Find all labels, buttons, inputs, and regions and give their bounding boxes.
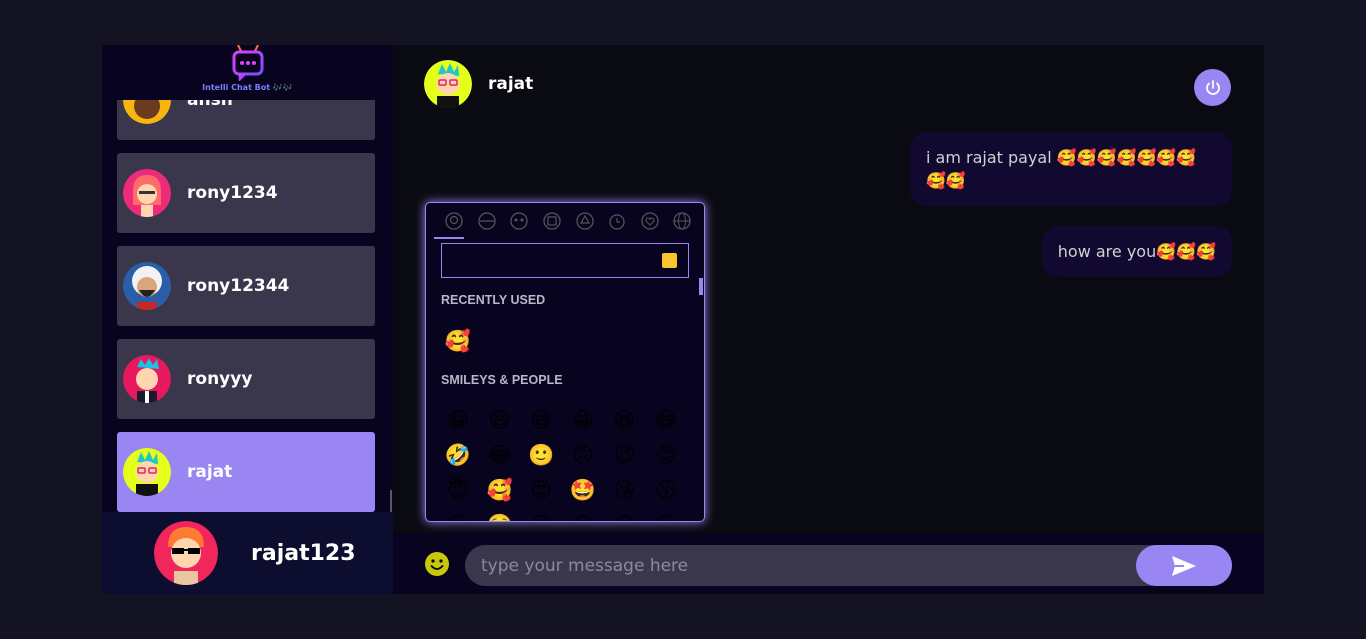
category-objects-icon[interactable] bbox=[601, 203, 634, 239]
contact-name: rony12344 bbox=[187, 276, 290, 296]
chat-user-avatar bbox=[424, 60, 472, 108]
chatbot-logo-icon bbox=[226, 45, 270, 81]
category-smileys-icon[interactable] bbox=[438, 203, 471, 239]
category-travel-icon[interactable] bbox=[568, 203, 601, 239]
emoji-cell[interactable]: 🥰 bbox=[440, 324, 476, 358]
category-symbols-icon[interactable] bbox=[634, 203, 667, 239]
category-food-icon[interactable] bbox=[503, 203, 536, 239]
chat-user-name: rajat bbox=[488, 74, 534, 94]
contact-item-rony1234[interactable]: rony1234 bbox=[117, 153, 375, 233]
emoji-cell[interactable]: 🙃 bbox=[565, 438, 601, 472]
emoji-cell[interactable]: 😁 bbox=[565, 403, 601, 437]
message-bubble: how are you🥰🥰🥰 bbox=[1041, 226, 1232, 277]
emoji-cell[interactable]: 😚 bbox=[440, 508, 476, 521]
avatar bbox=[123, 169, 171, 217]
active-category-indicator bbox=[434, 237, 464, 239]
contact-name: rajat bbox=[187, 462, 233, 482]
emoji-cell[interactable]: 😉 bbox=[606, 438, 642, 472]
emoji-cell[interactable]: 😇 bbox=[440, 473, 476, 507]
category-activity-icon[interactable] bbox=[536, 203, 569, 239]
emoji-cell[interactable]: 😆 bbox=[606, 403, 642, 437]
contacts-scrollbar[interactable] bbox=[390, 490, 392, 512]
emoji-cell[interactable]: 😃 bbox=[482, 403, 518, 437]
emoji-toggle-button[interactable] bbox=[424, 551, 450, 577]
contact-name: ronyyy bbox=[187, 369, 253, 389]
emoji-cell[interactable]: 😂 bbox=[482, 438, 518, 472]
message-input-bar bbox=[393, 533, 1264, 594]
contacts-sidebar: Intelli Chat Bot 🎶🎶 ansh rony1234 rony12… bbox=[102, 45, 393, 594]
power-icon bbox=[1204, 79, 1222, 97]
emoji-cell[interactable]: 🥰 bbox=[482, 473, 518, 507]
emoji-picker: RECENTLY USED SMILEYS & PEOPLE 🥰 😀 😃 😄 😁 😆 😅 🤣 😂… bbox=[425, 202, 705, 522]
avatar bbox=[123, 355, 171, 403]
current-user-panel: rajat123 bbox=[102, 512, 393, 594]
emoji-cell[interactable]: 😛 bbox=[606, 508, 642, 521]
contact-item-rony12344[interactable]: rony12344 bbox=[117, 246, 375, 326]
emoji-search-field[interactable] bbox=[441, 243, 689, 278]
emoji-cell[interactable]: 😗 bbox=[648, 473, 684, 507]
emoji-cell[interactable]: 🤩 bbox=[565, 473, 601, 507]
message-input-wrapper bbox=[465, 545, 1232, 586]
send-button[interactable] bbox=[1136, 545, 1232, 586]
avatar bbox=[123, 448, 171, 496]
chat-header: rajat bbox=[424, 60, 533, 108]
message-bubble: i am rajat payal 🥰🥰🥰🥰🥰🥰🥰🥰🥰 bbox=[910, 132, 1232, 206]
emoji-cell[interactable]: 😙 bbox=[523, 508, 559, 521]
current-user-name: rajat123 bbox=[251, 540, 356, 566]
emoji-cell[interactable]: 😜 bbox=[648, 508, 684, 521]
emoji-cell[interactable]: 😍 bbox=[523, 473, 559, 507]
emoji-search-input[interactable] bbox=[442, 244, 652, 277]
category-flags-icon[interactable] bbox=[666, 203, 699, 239]
send-icon bbox=[1170, 554, 1198, 578]
logout-button[interactable] bbox=[1194, 69, 1231, 106]
emoji-cell[interactable]: 🙂 bbox=[523, 438, 559, 472]
message-input[interactable] bbox=[481, 545, 1121, 586]
avatar bbox=[123, 262, 171, 310]
emoji-cell[interactable]: 😘 bbox=[606, 473, 642, 507]
chat-app: Intelli Chat Bot 🎶🎶 ansh rony1234 rony12… bbox=[102, 45, 1264, 594]
chat-container: rajat i am rajat payal 🥰🥰🥰🥰🥰🥰🥰🥰🥰 how are… bbox=[393, 45, 1264, 594]
category-animals-icon[interactable] bbox=[471, 203, 504, 239]
brand-header: Intelli Chat Bot 🎶🎶 bbox=[102, 45, 393, 100]
emoji-cell[interactable]: 😀 bbox=[440, 403, 476, 437]
contact-item-ronyyy[interactable]: ronyyy bbox=[117, 339, 375, 419]
emoji-category-bar bbox=[426, 203, 704, 239]
contact-item-rajat[interactable]: rajat bbox=[117, 432, 375, 512]
emoji-cell[interactable]: ☺️ bbox=[482, 508, 518, 521]
emoji-cell[interactable]: 😋 bbox=[565, 508, 601, 521]
brand-title: Intelli Chat Bot 🎶🎶 bbox=[202, 83, 293, 92]
emoji-picker-scrollbar[interactable] bbox=[699, 278, 703, 295]
emoji-cell[interactable]: 🤣 bbox=[440, 438, 476, 472]
current-user-avatar bbox=[154, 521, 218, 585]
section-title-smileys: SMILEYS & PEOPLE bbox=[441, 373, 563, 387]
skin-tone-swatch[interactable] bbox=[662, 253, 677, 268]
emoji-cell[interactable]: 😄 bbox=[523, 403, 559, 437]
emoji-cell[interactable]: 😅 bbox=[648, 403, 684, 437]
section-title-recently-used: RECENTLY USED bbox=[441, 293, 546, 307]
emoji-cell[interactable]: 😊 bbox=[648, 438, 684, 472]
smiley-icon bbox=[424, 551, 450, 577]
contact-name: rony1234 bbox=[187, 183, 278, 203]
